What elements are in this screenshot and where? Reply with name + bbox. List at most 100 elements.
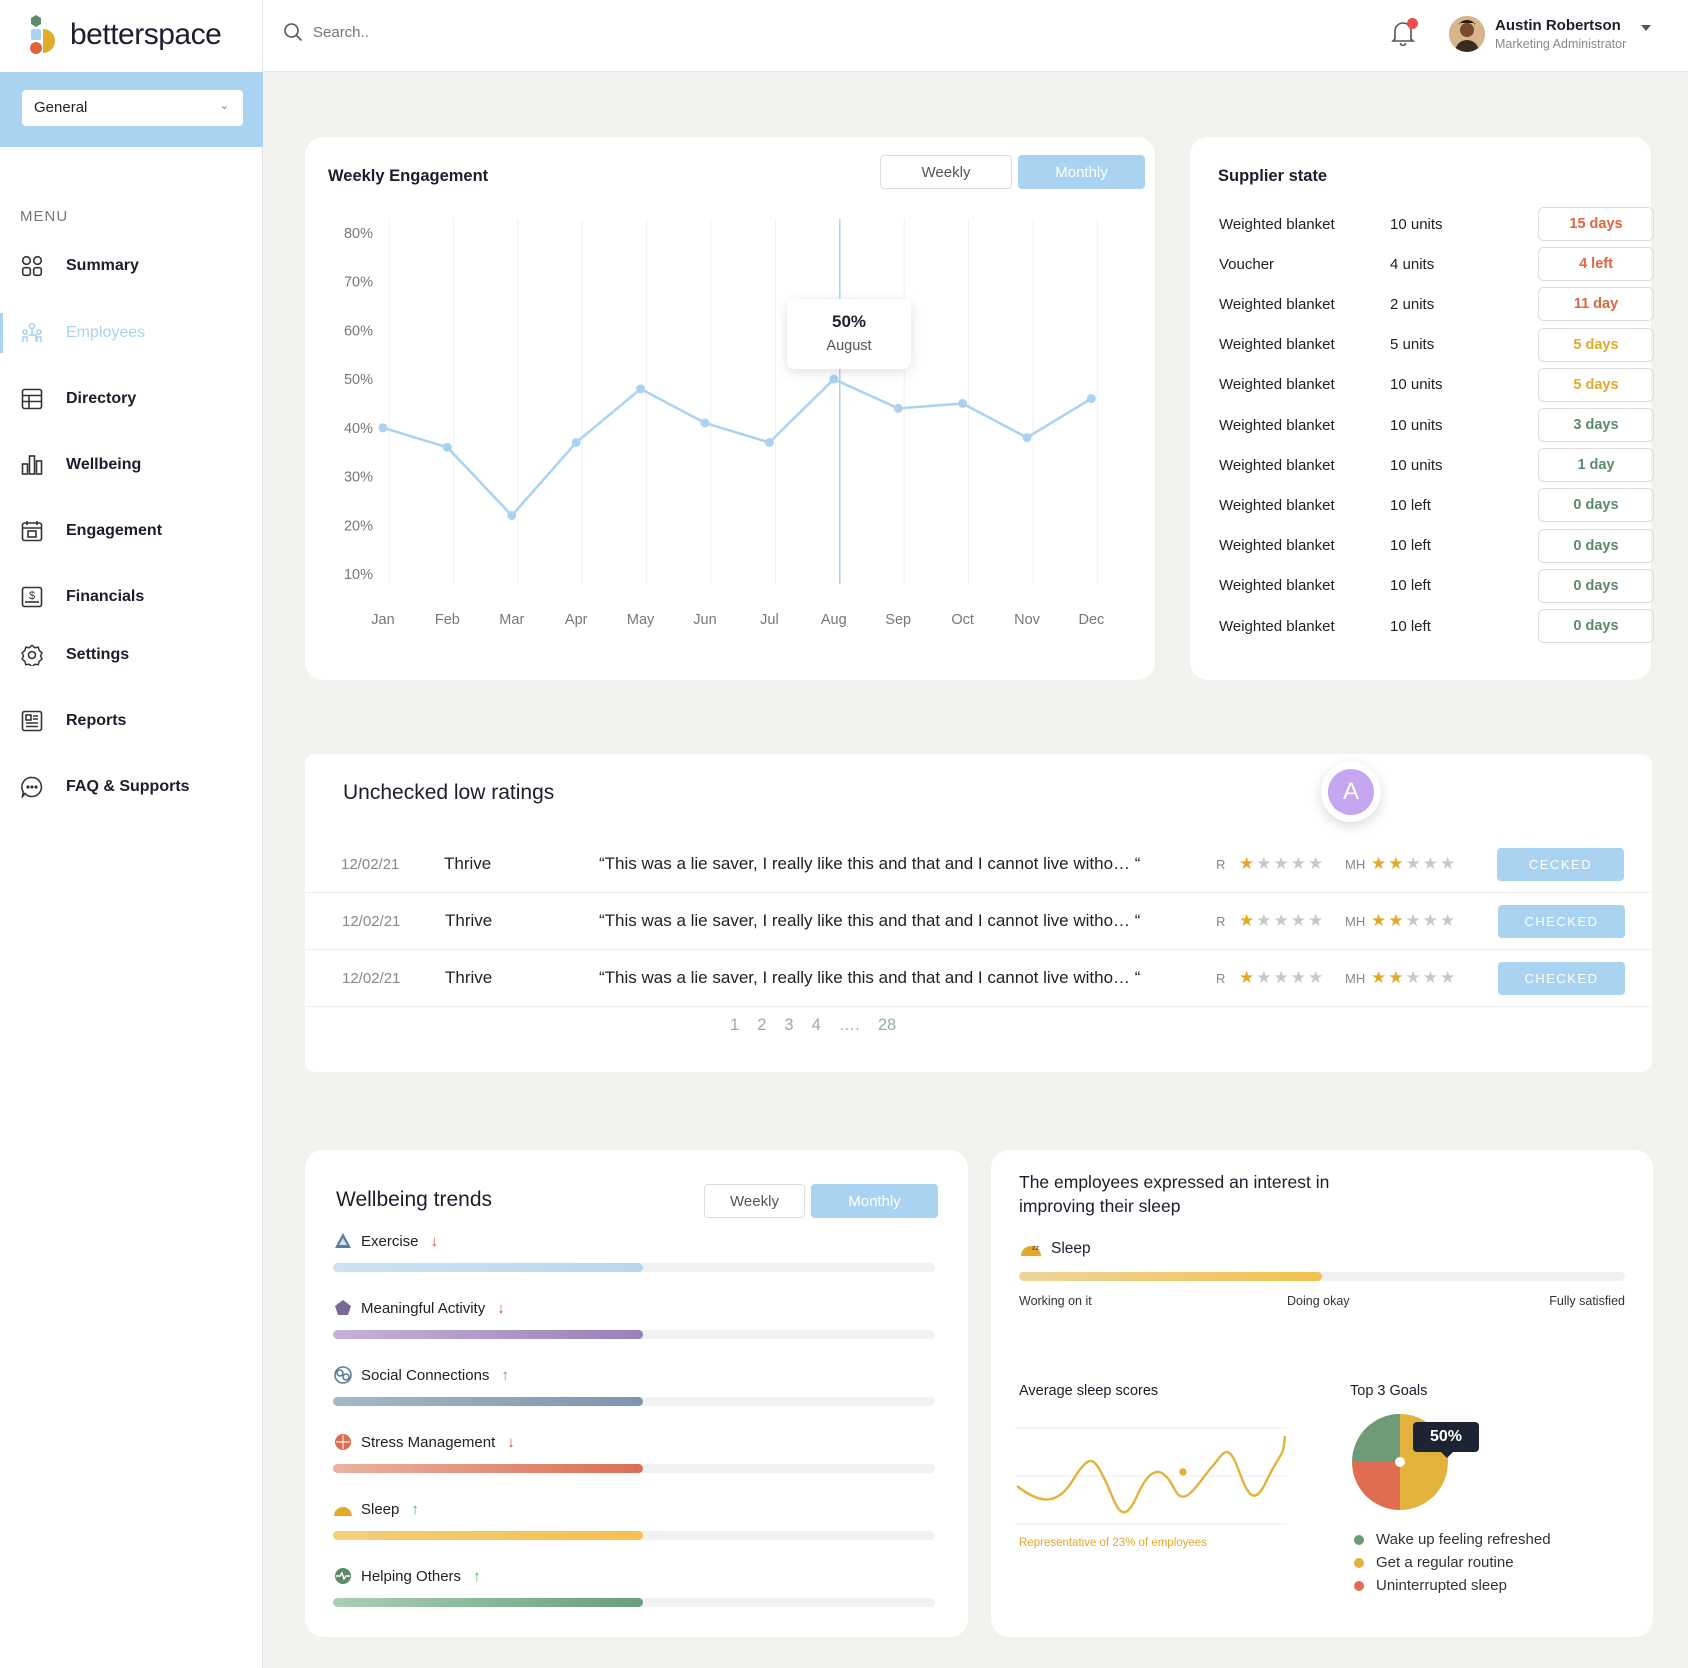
monthly-toggle-button[interactable]: Monthly xyxy=(811,1184,938,1218)
wellbeing-progress-fill xyxy=(333,1397,644,1406)
sidebar-item-reports[interactable]: Reports xyxy=(0,701,263,741)
sidebar-item-summary[interactable]: Summary xyxy=(0,246,263,286)
arrow-down-icon: ↓ xyxy=(430,1232,439,1250)
ratings-title: Unchecked low ratings xyxy=(343,781,555,804)
user-menu[interactable]: Austin Robertson Marketing Administrator xyxy=(1449,16,1652,52)
engagement-data-point[interactable] xyxy=(442,442,452,452)
star-icon: ★ xyxy=(1290,854,1308,873)
star-icon: ★ xyxy=(1440,911,1458,930)
supplier-item: Weighted blanket xyxy=(1219,496,1335,514)
wellbeing-progress-fill xyxy=(333,1330,644,1339)
rating-r-label: R xyxy=(1216,913,1226,929)
page-link[interactable]: 2 xyxy=(757,1016,766,1035)
search-bar[interactable] xyxy=(283,22,613,42)
wellbeing-item-header: Meaningful Activity ↓ xyxy=(333,1298,935,1318)
engagement-data-point[interactable] xyxy=(507,511,517,521)
sleep-label: Sleep xyxy=(1051,1240,1091,1257)
arrow-down-icon: ↓ xyxy=(497,1299,505,1317)
tooltip-value: 50% xyxy=(831,312,867,331)
wellbeing-item-header: Sleep ↑ xyxy=(333,1499,935,1519)
star-icon: ★ xyxy=(1290,968,1308,987)
supplier-item: Voucher xyxy=(1219,255,1275,273)
svg-text:zz: zz xyxy=(1032,1245,1040,1252)
page-link[interactable]: 1 xyxy=(730,1016,739,1035)
star-icon: ★ xyxy=(1388,911,1406,930)
supplier-units: 10 left xyxy=(1390,617,1431,635)
brand-name: betterspace xyxy=(70,18,222,51)
grid-icon xyxy=(20,254,44,278)
sidebar-item-settings[interactable]: Settings xyxy=(0,635,263,675)
assistant-avatar-button[interactable]: A xyxy=(1321,762,1381,822)
pie-slice[interactable] xyxy=(1352,1462,1400,1510)
rating-date: 12/02/21 xyxy=(341,855,400,873)
page-link[interactable]: 28 xyxy=(878,1016,896,1035)
supplier-row: Weighted blanket 2 units 11 day xyxy=(1219,287,1654,322)
engagement-data-point[interactable] xyxy=(378,423,388,433)
engagement-data-point[interactable] xyxy=(571,437,581,447)
x-tick-label: Sep xyxy=(885,612,911,628)
engagement-data-point[interactable] xyxy=(1086,394,1096,404)
brand-logo[interactable]: betterspace xyxy=(30,10,222,60)
sidebar-item-faq[interactable]: FAQ & Supports xyxy=(0,767,263,807)
engagement-data-point[interactable] xyxy=(829,374,839,384)
engagement-data-point[interactable] xyxy=(636,384,646,394)
y-tick-label: 30% xyxy=(344,470,373,486)
arrow-up-icon: ↑ xyxy=(501,1366,509,1384)
rating-app-name: Thrive xyxy=(445,968,493,987)
engagement-data-point[interactable] xyxy=(1022,433,1032,443)
supplier-row: Weighted blanket 10 left 0 days xyxy=(1219,568,1654,603)
engagement-data-point[interactable] xyxy=(700,418,710,428)
legend-label: Uninterrupted sleep xyxy=(1376,1577,1507,1594)
weekly-toggle-button[interactable]: Weekly xyxy=(704,1184,805,1218)
engagement-card: Weekly Engagement Weekly Monthly 80% 70% 6… xyxy=(305,137,1155,680)
notifications-button[interactable] xyxy=(1391,18,1418,51)
x-tick-label: May xyxy=(627,612,655,628)
wellbeing-progress-track xyxy=(333,1330,935,1339)
supplier-status-badge: 4 left xyxy=(1538,247,1654,282)
wellbeing-progress-fill xyxy=(333,1263,644,1272)
page-link[interactable]: 4 xyxy=(812,1016,821,1035)
star-icon: ★ xyxy=(1422,968,1440,987)
sleep-insight-title: The employees expressed an interest in i… xyxy=(1019,1170,1329,1218)
rating-date: 12/02/21 xyxy=(342,912,401,930)
legend-label: Get a regular routine xyxy=(1376,1554,1514,1571)
supplier-row: Weighted blanket 10 units 5 days xyxy=(1219,367,1654,402)
sidebar-item-engagement[interactable]: Engagement xyxy=(0,511,263,551)
pie-slice[interactable] xyxy=(1352,1414,1400,1462)
supplier-units: 5 units xyxy=(1390,336,1435,354)
supplier-units: 10 left xyxy=(1390,496,1431,514)
engagement-data-point[interactable] xyxy=(764,437,774,447)
arrow-up-icon: ↑ xyxy=(411,1500,419,1518)
rating-r-label: R xyxy=(1216,970,1226,986)
x-tick-label: Jul xyxy=(760,612,779,628)
engagement-line-chart: 80% 70% 60% 50% 40% 30% 20% 10% Jan Feb Mar Apr May J… xyxy=(344,219,1105,628)
heartbeat-icon xyxy=(333,1566,353,1586)
x-tick-label: Dec xyxy=(1079,612,1105,628)
pagination: 1 2 3 4 …. 28 xyxy=(730,1016,896,1035)
page-link[interactable]: 3 xyxy=(784,1016,793,1035)
checked-button[interactable]: CHECKED xyxy=(1498,961,1625,995)
engagement-data-point[interactable] xyxy=(958,399,968,408)
goals-badge-value: 50% xyxy=(1429,1428,1463,1445)
checked-button[interactable]: CHECKED xyxy=(1498,904,1625,938)
y-tick-label: 20% xyxy=(344,518,373,534)
legend-dot xyxy=(1354,1580,1364,1591)
caret-down-icon[interactable] xyxy=(1640,24,1652,32)
sidebar-item-label: FAQ & Supports xyxy=(66,778,190,795)
rating-app-name: Thrive xyxy=(445,911,493,930)
star-icon: ★ xyxy=(1273,911,1291,930)
supplier-units: 10 left xyxy=(1390,537,1431,555)
star-icon: ★ xyxy=(1290,911,1308,930)
search-input[interactable] xyxy=(313,23,613,41)
star-icon: ★ xyxy=(1256,854,1274,873)
x-tick-label: Aug xyxy=(821,612,847,628)
general-dropdown[interactable]: General ⌄ xyxy=(22,90,243,126)
engagement-data-point[interactable] xyxy=(893,403,903,413)
legend-item: Wake up feeling refreshed xyxy=(1354,1531,1551,1548)
sidebar-item-directory[interactable]: Directory xyxy=(0,379,263,419)
sidebar-item-employees[interactable]: Employees xyxy=(0,313,263,353)
checked-button[interactable]: CECKED xyxy=(1497,847,1624,881)
sidebar-item-wellbeing[interactable]: Wellbeing xyxy=(0,445,263,485)
sidebar-item-financials[interactable]: $ Financials xyxy=(0,577,263,617)
wellbeing-item: Stress Management ↓ xyxy=(333,1432,935,1473)
